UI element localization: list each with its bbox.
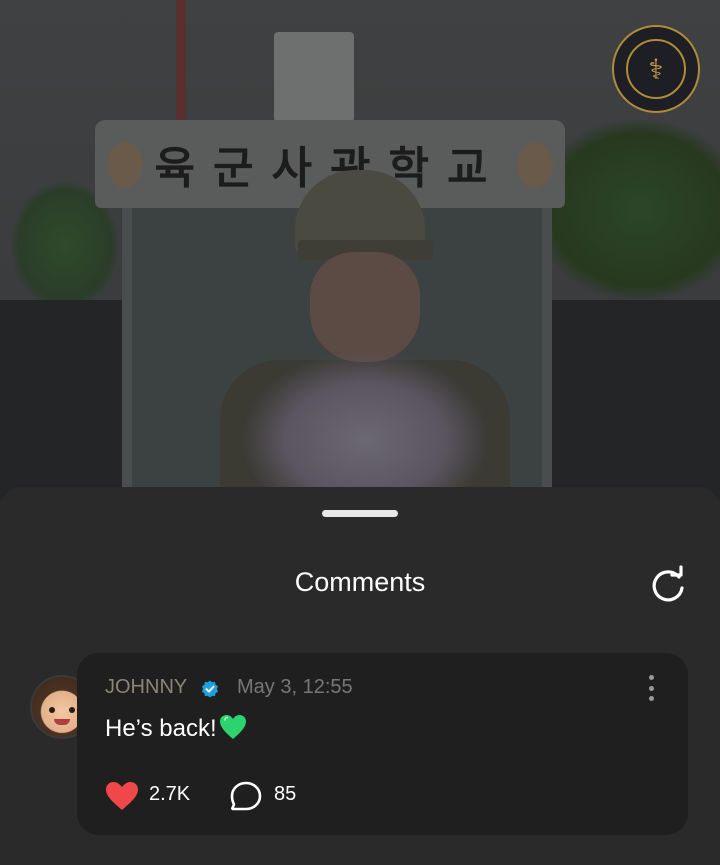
avatar-eye-right — [69, 707, 75, 713]
sheet-drag-handle[interactable] — [322, 510, 398, 517]
heart-icon[interactable] — [105, 781, 139, 811]
nct-logo: ⚕ — [612, 25, 700, 113]
post-photo: 육군사관학교 ⚕ — [0, 0, 720, 500]
photo-air-conditioner — [274, 32, 354, 122]
photo-pole — [176, 0, 186, 120]
comment-author[interactable]: JOHNNY — [105, 676, 187, 699]
person-face — [310, 252, 420, 362]
comment-text: He’s back! — [105, 714, 247, 743]
photo-person — [210, 160, 510, 500]
sign-emblem-left — [107, 142, 143, 188]
green-heart-emoji — [219, 715, 246, 739]
like-count: 2.7K — [149, 783, 191, 805]
sign-emblem-right — [517, 142, 553, 188]
comment-text-content: He’s back! — [105, 715, 217, 742]
sheet-title: Comments — [294, 567, 426, 597]
comment-timestamp: May 3, 12:55 — [237, 676, 353, 698]
nct-logo-emblem: ⚕ — [626, 39, 686, 99]
refresh-icon[interactable] — [646, 564, 690, 608]
comments-sheet: Comments JOHNNY May 3, 12:55 He’s back! … — [0, 487, 720, 865]
comment-card: JOHNNY May 3, 12:55 He’s back! 2.7K 85 — [77, 653, 688, 835]
verified-badge-icon — [202, 680, 218, 698]
avatar-eye-left — [49, 707, 55, 713]
flower-bouquet — [240, 350, 490, 500]
avatar-mouth — [54, 719, 70, 725]
reply-count: 85 — [274, 783, 297, 805]
comment-bubble-icon[interactable] — [230, 781, 262, 811]
more-options-icon[interactable] — [645, 675, 657, 701]
